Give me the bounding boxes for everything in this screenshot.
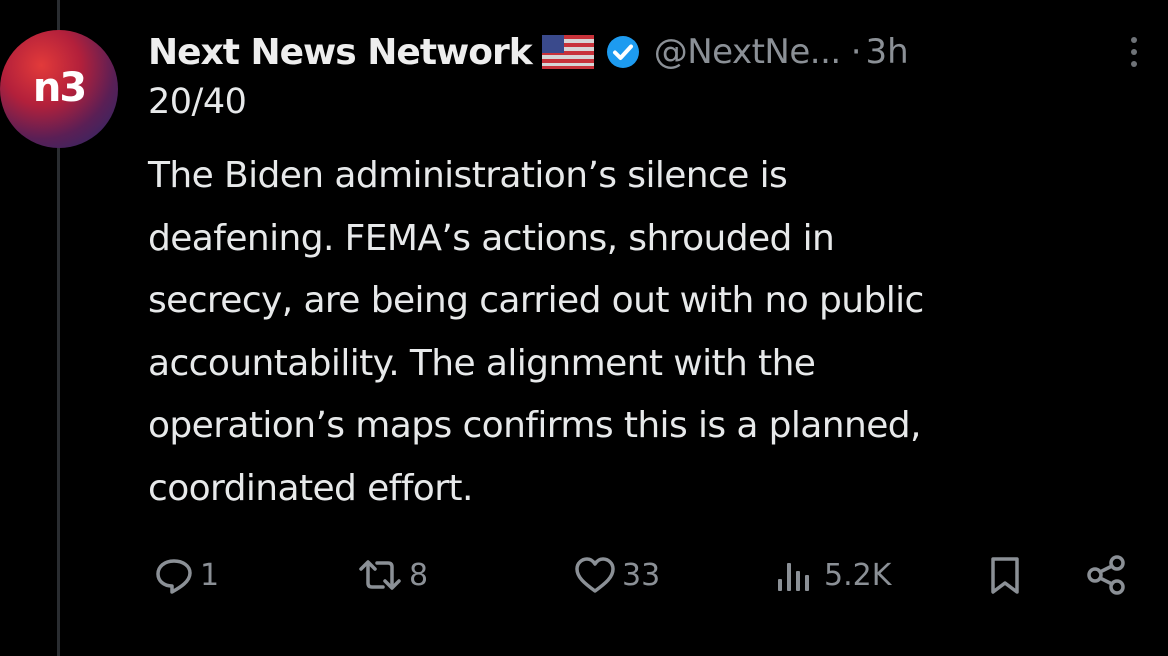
author-name[interactable]: Next News Network [148, 32, 533, 73]
tweet-text-line: coordinated effort. [148, 467, 473, 509]
bookmark-button[interactable] [985, 550, 1025, 600]
avatar[interactable]: n3 [0, 30, 118, 148]
thread-counter: 20/40 [148, 82, 247, 122]
views-icon [772, 553, 820, 597]
reply-button[interactable]: 1 [152, 550, 219, 600]
views-count: 5.2K [824, 557, 892, 593]
author-handle[interactable]: @NextNe... [654, 32, 841, 72]
us-flag-icon [541, 35, 594, 69]
heart-icon [572, 553, 618, 597]
post-time[interactable]: 3h [866, 32, 909, 72]
repost-button[interactable]: 8 [355, 550, 428, 600]
tweet-text-line: The Biden administration’s silence is [148, 155, 788, 196]
repost-count: 8 [409, 557, 429, 593]
action-bar: 1 8 33 5.2K [0, 550, 1168, 600]
tweet-text-line: operation’s maps confirms this is a plan… [148, 405, 921, 446]
bookmark-icon [985, 553, 1025, 597]
tweet-text-line: secrecy, are being carried out with no p… [148, 280, 924, 321]
more-icon[interactable] [1126, 34, 1142, 70]
like-count: 33 [622, 557, 661, 593]
share-button[interactable] [1083, 550, 1129, 600]
like-button[interactable]: 33 [572, 550, 660, 600]
reply-icon [152, 553, 196, 597]
share-icon [1083, 553, 1129, 597]
repost-icon [355, 553, 405, 597]
reply-count: 1 [200, 557, 220, 593]
verified-badge-icon[interactable] [606, 35, 640, 69]
views-button[interactable]: 5.2K [772, 550, 891, 600]
separator-dot: · [850, 32, 862, 72]
avatar-logo: n3 [32, 65, 87, 111]
tweet-text: The Biden administration’s silence is de… [148, 145, 1138, 520]
tweet-text-line: deafening. FEMA’s actions, shrouded in [148, 217, 835, 259]
tweet-header: Next News Network @NextNe... · 3h [148, 24, 909, 80]
tweet-text-line: accountability. The alignment with the [148, 342, 816, 384]
